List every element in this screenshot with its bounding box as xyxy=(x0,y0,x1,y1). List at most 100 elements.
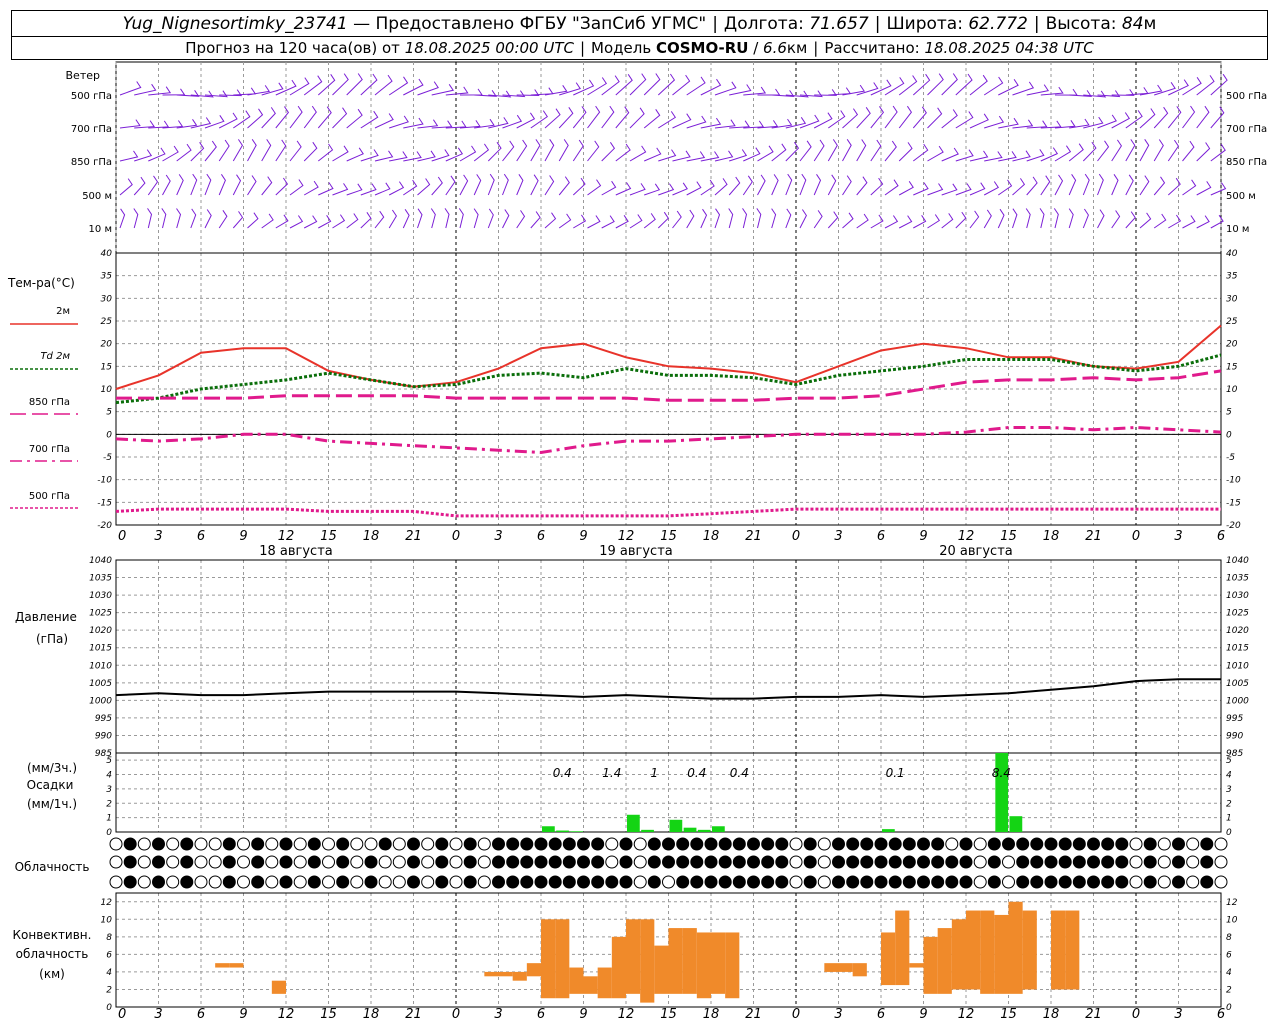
wind-barb xyxy=(587,105,601,129)
pressure-y-tick: 1040 xyxy=(89,556,112,566)
cloud-symbol xyxy=(180,875,194,889)
cloud-symbol xyxy=(945,855,959,869)
wind-barb xyxy=(218,112,238,129)
precip-y-tick: 4 xyxy=(106,771,112,781)
precip-bar xyxy=(627,814,640,832)
cloud-symbol xyxy=(789,837,803,851)
wind-barb xyxy=(360,149,379,162)
wind-barb xyxy=(1139,212,1152,229)
wind-barb xyxy=(261,213,274,229)
precip-y-tick: 2 xyxy=(106,799,112,809)
wind-barb xyxy=(218,139,230,162)
conv-cloud-bar xyxy=(626,919,641,994)
cloud-symbol xyxy=(662,855,675,869)
pressure-y-tick: 990 xyxy=(1226,731,1243,741)
cloud-symbol xyxy=(1058,855,1072,869)
cloud-symbol xyxy=(1214,855,1228,869)
cloud-symbol xyxy=(647,875,661,889)
wind-barb xyxy=(912,73,931,96)
wind-barb xyxy=(714,81,737,96)
cloud-symbol xyxy=(1087,855,1100,869)
wind-barb xyxy=(813,112,833,129)
wind-barb xyxy=(275,177,289,196)
wind-barb xyxy=(430,208,436,229)
wind-barb xyxy=(1125,174,1134,196)
wind-barb xyxy=(672,210,682,229)
precip-unit-1h: (мм/1ч.) xyxy=(27,797,77,811)
conv-cloud-bar xyxy=(271,980,286,994)
cloud-symbol xyxy=(718,875,732,889)
cloud-symbol xyxy=(265,875,279,889)
wind-barb xyxy=(161,208,167,229)
cloud-symbol xyxy=(605,855,619,869)
wind-barb xyxy=(1111,112,1131,129)
cloud-symbol xyxy=(548,855,562,869)
temp-y-tick: 35 xyxy=(101,272,113,282)
wind-barb xyxy=(898,181,914,196)
cloud-symbol xyxy=(761,875,775,889)
cloud-symbol xyxy=(208,855,222,869)
wind-barb xyxy=(502,114,523,129)
cloud-symbol xyxy=(633,855,647,869)
wind-barb xyxy=(1125,139,1136,162)
precip-y-tick: 5 xyxy=(1226,756,1232,766)
cloud-symbol xyxy=(392,837,406,851)
cloud-symbol xyxy=(435,855,449,869)
cloud-symbol xyxy=(137,855,151,869)
cloud-symbol xyxy=(1214,875,1228,889)
wind-barb xyxy=(1196,215,1210,229)
cloud-symbol xyxy=(293,855,307,869)
wind-barb xyxy=(771,208,777,229)
wind-barb xyxy=(998,179,1013,196)
cloud-symbol xyxy=(577,875,590,889)
wind-barb xyxy=(1153,176,1166,196)
wind-level-label: 500 гПа xyxy=(71,91,112,102)
cloud-symbol xyxy=(987,855,1001,869)
wind-barb xyxy=(317,106,332,129)
cloud-symbol xyxy=(520,875,534,889)
conv-y-tick: 2 xyxy=(106,985,112,995)
temp-y-tick: 25 xyxy=(1226,317,1238,327)
conv-cloud-bar xyxy=(711,932,726,994)
cloud-symbol xyxy=(1101,855,1115,869)
wind-barb xyxy=(742,175,753,196)
x-tick-label: 18 xyxy=(1043,1007,1060,1022)
wind-barb xyxy=(842,212,854,229)
cloud-symbol xyxy=(492,875,505,889)
wind-barb xyxy=(346,183,363,196)
cloud-symbol xyxy=(407,837,420,851)
legend-label: 500 гПа xyxy=(29,491,70,502)
cloud-symbol xyxy=(336,855,350,869)
cloud-symbol xyxy=(662,875,675,889)
wind-barb xyxy=(261,176,273,196)
wind-level-label: 850 гПа xyxy=(71,157,112,168)
cloud-symbol xyxy=(194,855,208,869)
x-tick-label: 9 xyxy=(239,1007,247,1022)
cloud-symbol xyxy=(959,855,973,869)
wind-barb xyxy=(983,209,992,229)
cloud-symbol xyxy=(874,855,888,869)
conv-cloud-bar xyxy=(1022,910,1037,990)
wind-barb xyxy=(558,213,572,229)
wind-barb xyxy=(204,115,225,129)
wind-barb xyxy=(898,75,918,96)
conv-cloud-bar xyxy=(951,919,966,990)
x-tick-label: 18 xyxy=(363,1007,380,1022)
wind-barb xyxy=(884,140,897,162)
pressure-y-tick: 1015 xyxy=(1226,644,1249,654)
wind-barb xyxy=(261,139,272,162)
wind-barb xyxy=(643,109,661,129)
cloud-symbol xyxy=(747,855,760,869)
temp-y-tick: 0 xyxy=(106,430,112,440)
x-tick-label: 21 xyxy=(405,1007,422,1022)
cloud-symbol xyxy=(109,875,123,889)
cloud-symbol xyxy=(251,875,265,889)
precip-y-tick: 1 xyxy=(106,814,112,824)
wind-barb xyxy=(1139,175,1150,196)
cloud-symbol xyxy=(789,875,803,889)
cloud-symbol xyxy=(1002,855,1015,869)
wind-barb xyxy=(119,119,141,129)
wind-barb xyxy=(289,105,303,129)
x-tick-label: 3 xyxy=(494,1007,502,1022)
cloud-symbol xyxy=(506,837,520,851)
